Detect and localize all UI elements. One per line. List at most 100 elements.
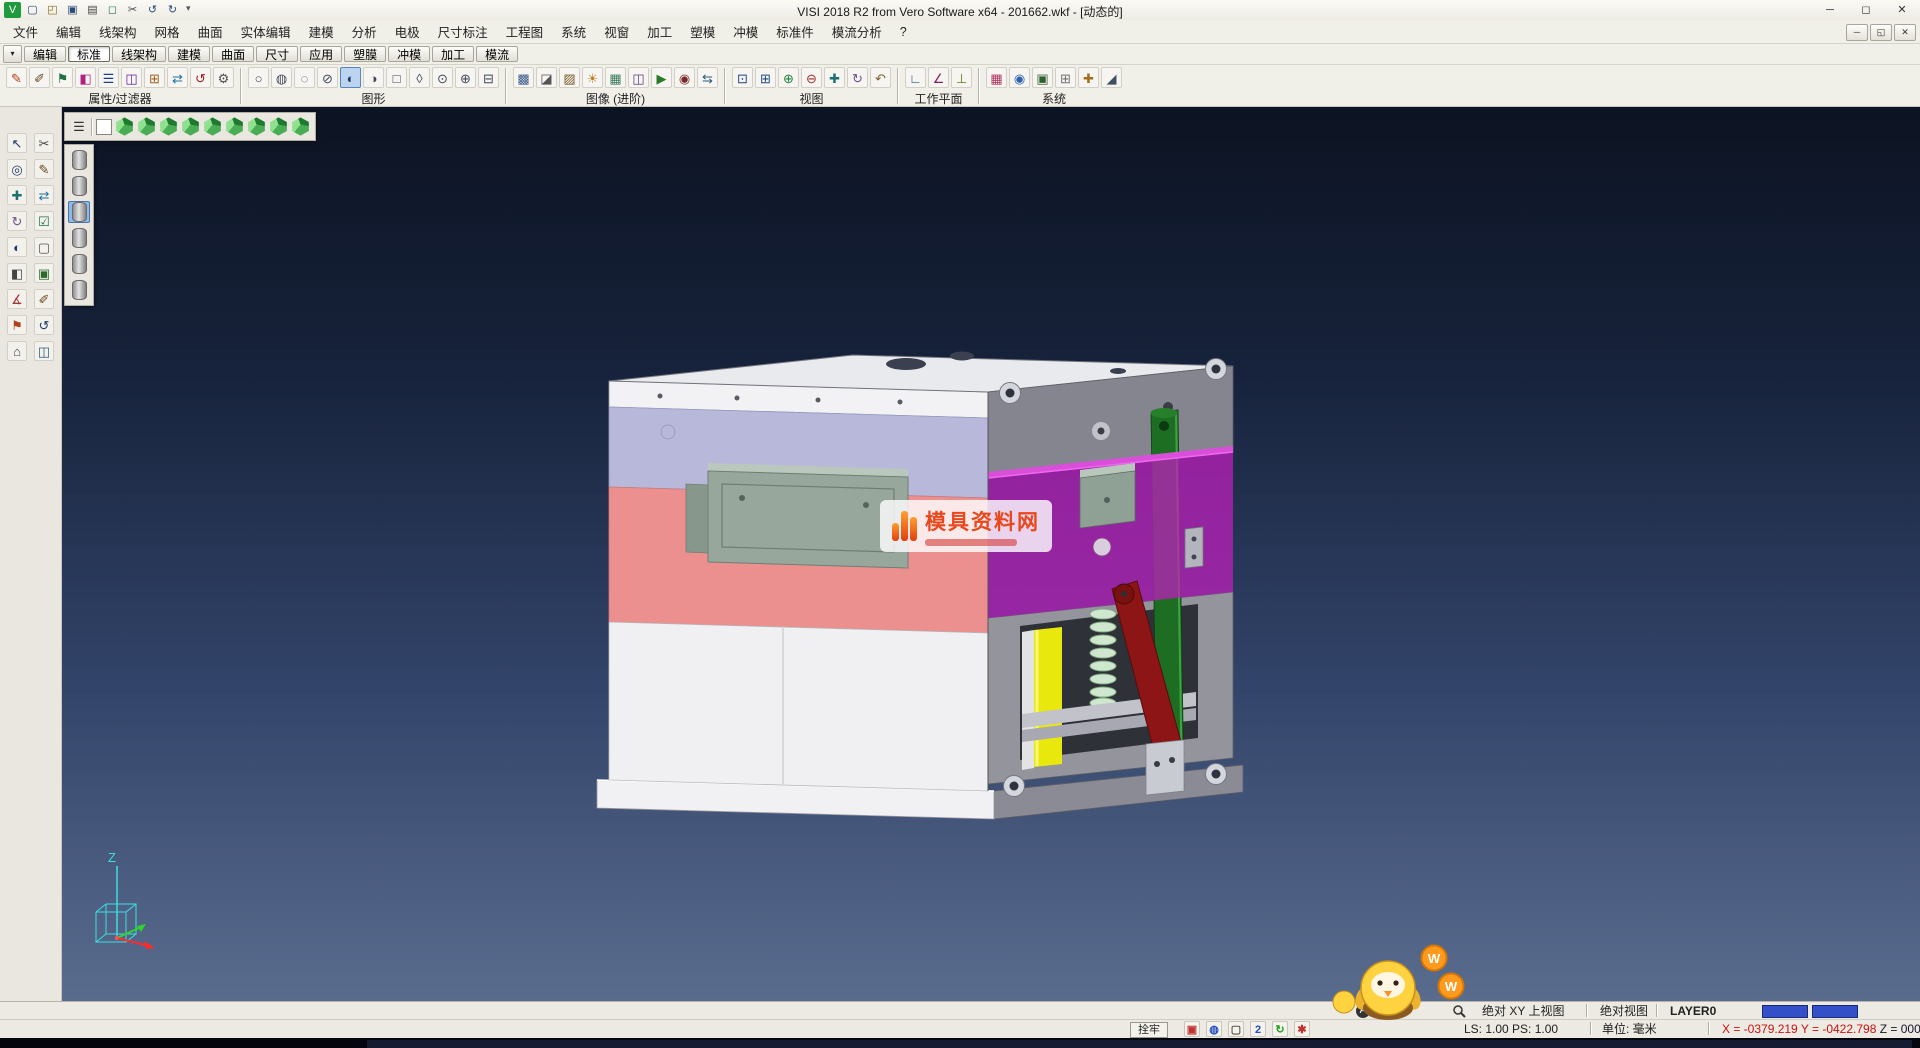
animation-icon[interactable]: ▶ xyxy=(651,67,672,88)
menu-item[interactable]: 冲模 xyxy=(724,20,767,43)
menu-item[interactable]: 系统 xyxy=(552,20,595,43)
refresh-icon[interactable]: ↻ xyxy=(1272,1021,1288,1037)
zoom-all-icon[interactable]: ⊡ xyxy=(732,67,753,88)
filter-cylinder-icon[interactable] xyxy=(68,201,90,223)
view-reference-label[interactable]: 绝对 XY 上视图 xyxy=(1482,1002,1564,1020)
ribbon-tab[interactable]: 建模 xyxy=(168,46,210,62)
filter-cylinder-icon[interactable] xyxy=(68,227,90,249)
view-right-icon[interactable] xyxy=(225,117,244,136)
ribbon-tab[interactable]: 塑膜 xyxy=(344,46,386,62)
screen-toggle-icon[interactable]: ▣ xyxy=(1184,1021,1200,1037)
menu-item[interactable]: 实体编辑 xyxy=(232,20,300,43)
sheet-icon[interactable]: ▢ xyxy=(34,237,54,257)
ribbon-tab[interactable]: 模流 xyxy=(476,46,518,62)
quick-access-dropdown[interactable]: ▾ xyxy=(186,3,191,14)
undo-icon[interactable]: ↺ xyxy=(144,2,161,18)
compare-icon[interactable]: ⇆ xyxy=(697,67,718,88)
axes-display-icon[interactable]: ⊕ xyxy=(455,67,476,88)
rotate-view-icon[interactable]: ↻ xyxy=(847,67,868,88)
shadow-icon[interactable]: ◪ xyxy=(536,67,557,88)
copy-attributes-icon[interactable]: ✐ xyxy=(29,67,50,88)
snapshot-icon[interactable]: ◫ xyxy=(628,67,649,88)
texture-icon[interactable]: ▨ xyxy=(559,67,580,88)
grid-settings-icon[interactable]: ⊞ xyxy=(1055,67,1076,88)
zoom-in-icon[interactable]: ⊕ xyxy=(778,67,799,88)
checklist-icon[interactable]: ☑ xyxy=(34,211,54,231)
menu-item[interactable]: 编辑 xyxy=(47,20,90,43)
view-left-icon[interactable] xyxy=(203,117,222,136)
window-maximize-button[interactable]: ◻ xyxy=(1848,0,1884,20)
network-icon[interactable]: ◍ xyxy=(1206,1021,1222,1037)
system-info-icon[interactable]: ◉ xyxy=(1009,67,1030,88)
window-config-icon[interactable]: ▣ xyxy=(1032,67,1053,88)
color-table-icon[interactable]: ▦ xyxy=(986,67,1007,88)
cavity-insert-block[interactable] xyxy=(686,463,908,568)
workplane-standard-icon[interactable]: ∟ xyxy=(905,67,926,88)
view-iso-back-icon[interactable] xyxy=(291,117,310,136)
window-minimize-button[interactable]: ─ xyxy=(1812,0,1848,20)
visi-logo[interactable]: V xyxy=(4,2,21,18)
view-top-icon[interactable] xyxy=(137,117,156,136)
lighting-icon[interactable]: ☀ xyxy=(582,67,603,88)
menu-item[interactable]: 模流分析 xyxy=(823,20,891,43)
menu-item[interactable]: 尺寸标注 xyxy=(429,20,497,43)
lock-toggle[interactable]: 拴牢 xyxy=(1130,1022,1168,1038)
open-file-icon[interactable]: ◰ xyxy=(44,2,61,18)
points-display-icon[interactable]: ⊙ xyxy=(432,67,453,88)
edges-display-icon[interactable]: □ xyxy=(386,67,407,88)
filter-cylinder-icon[interactable] xyxy=(68,279,90,301)
home-icon[interactable]: ⌂ xyxy=(7,341,27,361)
bar-clamp-foot[interactable] xyxy=(1146,740,1184,795)
zoom-out-icon[interactable]: ⊖ xyxy=(801,67,822,88)
ribbon-tab[interactable]: 标准 xyxy=(68,46,110,62)
ribbon-tab[interactable]: 线架构 xyxy=(112,46,166,62)
system-settings-icon[interactable]: ✱ xyxy=(1294,1021,1310,1037)
transparency-icon[interactable]: ◑ xyxy=(363,67,384,88)
zoom-window-icon[interactable]: ⊞ xyxy=(755,67,776,88)
slope-analysis-icon[interactable]: ◢ xyxy=(1101,67,1122,88)
stereo-view-icon[interactable]: ◉ xyxy=(674,67,695,88)
filter-settings-icon[interactable]: ⚙ xyxy=(213,67,234,88)
menu-item[interactable]: 塑模 xyxy=(681,20,724,43)
snap-settings-icon[interactable]: ✚ xyxy=(1078,67,1099,88)
document-status-icon[interactable]: ▢ xyxy=(1228,1021,1244,1037)
flag-icon[interactable]: ⚑ xyxy=(7,315,27,335)
new-document-icon[interactable]: ▢ xyxy=(24,2,41,18)
grid-display-icon[interactable]: ⊟ xyxy=(478,67,499,88)
curves-display-icon[interactable]: ◊ xyxy=(409,67,430,88)
menu-item[interactable]: 工程图 xyxy=(497,20,553,43)
duplicate-icon[interactable]: ◫ xyxy=(34,341,54,361)
cylinder-display-icon[interactable]: ⊘ xyxy=(317,67,338,88)
orbit-icon[interactable]: ◐ xyxy=(7,237,27,257)
workplane-entity-icon[interactable]: ⊥ xyxy=(951,67,972,88)
tab-dropdown-icon[interactable]: ▾ xyxy=(3,45,22,63)
viewport-menu-icon[interactable]: ☰ xyxy=(70,119,88,135)
ribbon-tab[interactable]: 曲面 xyxy=(212,46,254,62)
menu-item[interactable]: ? xyxy=(891,23,916,41)
cut-icon[interactable]: ✂ xyxy=(124,2,141,18)
menu-item[interactable]: 加工 xyxy=(638,20,681,43)
view-back-icon[interactable] xyxy=(181,117,200,136)
menu-item[interactable]: 曲面 xyxy=(189,20,232,43)
menu-item[interactable]: 标准件 xyxy=(767,20,823,43)
menu-item[interactable]: 视窗 xyxy=(595,20,638,43)
wireframe-mode-icon[interactable]: ○ xyxy=(248,67,269,88)
ribbon-tab[interactable]: 编辑 xyxy=(24,46,66,62)
undo-icon[interactable]: ↺ xyxy=(34,315,54,335)
view-front-icon[interactable] xyxy=(159,117,178,136)
reset-filter-icon[interactable]: ↺ xyxy=(190,67,211,88)
filter-cylinder-icon[interactable] xyxy=(68,149,90,171)
box-icon[interactable]: ▣ xyxy=(34,263,54,283)
mdi-minimize-button[interactable]: ─ xyxy=(1846,24,1868,41)
layer-filter-icon[interactable]: ☰ xyxy=(98,67,119,88)
angle-measure-icon[interactable]: ∡ xyxy=(7,289,27,309)
shaded-mode-icon[interactable]: ◍ xyxy=(271,67,292,88)
background-icon[interactable]: ▦ xyxy=(605,67,626,88)
view-plane-icon[interactable] xyxy=(96,119,112,135)
zoom-icon[interactable]: ◎ xyxy=(7,159,27,179)
count-badge[interactable]: 2 xyxy=(1250,1021,1266,1037)
ribbon-tab[interactable]: 加工 xyxy=(432,46,474,62)
ribbon-tab[interactable]: 应用 xyxy=(300,46,342,62)
menu-item[interactable]: 线架构 xyxy=(90,20,146,43)
scissors-icon[interactable]: ✂ xyxy=(34,133,54,153)
